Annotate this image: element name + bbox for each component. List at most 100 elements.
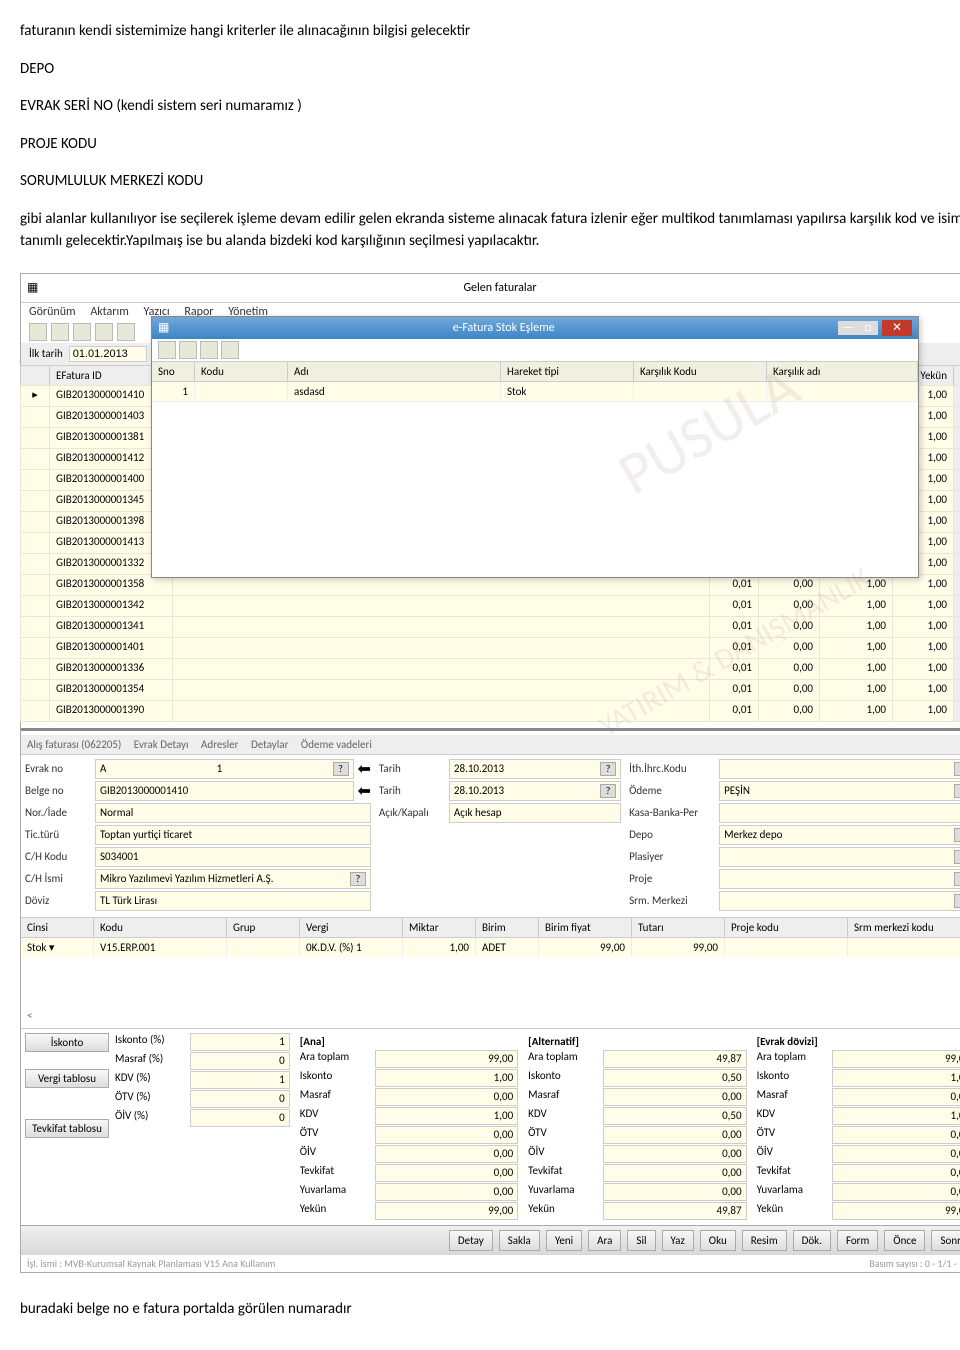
ilk-tarih-input[interactable] — [69, 346, 147, 362]
cell-kodu[interactable] — [195, 382, 288, 402]
lookup-icon[interactable]: ? — [333, 762, 349, 776]
cell-nto[interactable]: 0,01 — [709, 616, 759, 638]
cell-nto[interactable]: 0,01 — [709, 595, 759, 617]
cell-masraf[interactable]: 0,00 — [758, 637, 820, 659]
önce-button[interactable]: Önce — [884, 1230, 925, 1251]
toolbar-icon[interactable] — [29, 323, 47, 341]
cell-hareket[interactable]: Stok — [501, 382, 634, 402]
cell-masraf[interactable]: 0,00 — [758, 616, 820, 638]
inner-minimize-button[interactable]: — — [838, 321, 858, 335]
row-selector[interactable] — [20, 469, 50, 491]
row-selector[interactable] — [20, 574, 50, 596]
cell-vergi[interactable]: 0K.D.V. (%) 1 — [300, 938, 403, 957]
plasiyer-field[interactable]: ? — [719, 847, 960, 867]
toolbar-icon[interactable] — [117, 323, 135, 341]
inner-toolbar-icon[interactable] — [179, 341, 197, 359]
scroll-track[interactable] — [953, 448, 960, 470]
sakla-button[interactable]: Sakla — [499, 1230, 540, 1251]
totals-value[interactable]: 0,00 — [603, 1145, 746, 1163]
lookup-icon[interactable]: ? — [600, 784, 616, 798]
cell-yuvarlama[interactable]: 1,00 — [819, 616, 893, 638]
col-sno[interactable]: Sno — [152, 362, 195, 381]
scroll-track[interactable] — [953, 532, 960, 554]
col-grup[interactable]: Grup — [227, 918, 300, 937]
scroll-track[interactable] — [953, 406, 960, 428]
totals-value[interactable]: 99,00 — [375, 1050, 518, 1068]
row-selector[interactable] — [20, 616, 50, 638]
ch-ismi-field[interactable]: Mikro Yazılımevi Yazılım Hizmetleri A.Ş.… — [95, 869, 371, 889]
toolbar-icon[interactable] — [73, 323, 91, 341]
col-hareket[interactable]: Hareket tipi — [501, 362, 634, 381]
table-row[interactable]: GIB20130000013540,010,001,001,00 — [21, 680, 960, 701]
cell-efatura-id[interactable]: GIB2013000001390 — [49, 700, 173, 722]
row-selector[interactable] — [20, 532, 50, 554]
totals-value[interactable]: 0,00 — [832, 1126, 960, 1144]
cell-yekun[interactable]: 1,00 — [892, 679, 954, 701]
cell-yuvarlama[interactable]: 1,00 — [819, 595, 893, 617]
totals-value[interactable]: 0,00 — [375, 1126, 518, 1144]
col-tutari[interactable]: Tutarı — [632, 918, 725, 937]
iskonto-button[interactable]: İskonto — [25, 1033, 109, 1052]
kasa-field[interactable] — [719, 803, 960, 823]
row-selector[interactable] — [20, 490, 50, 512]
table-row[interactable]: GIB20130000013410,010,001,001,00 — [21, 617, 960, 638]
row-selector[interactable] — [20, 448, 50, 470]
scroll-track[interactable] — [953, 427, 960, 449]
row-selector[interactable] — [20, 595, 50, 617]
table-row[interactable]: GIB20130000013580,010,001,001,00 — [21, 575, 960, 596]
ith-ihrc-field[interactable]: ? — [719, 759, 960, 779]
oku-button[interactable]: Oku — [700, 1230, 736, 1251]
totals-value[interactable]: 0,50 — [603, 1069, 746, 1087]
depo-field[interactable]: Merkez depo? — [719, 825, 960, 845]
totals-value[interactable]: 0,00 — [375, 1088, 518, 1106]
tab-adresler[interactable]: Adresler — [201, 738, 238, 751]
totals-value[interactable]: 1,00 — [375, 1069, 518, 1087]
totals-value[interactable]: 0,00 — [603, 1126, 746, 1144]
tarih2-field[interactable]: 28.10.2013? — [449, 781, 621, 801]
yeni-button[interactable]: Yeni — [546, 1230, 582, 1251]
totals-value[interactable]: 1,00 — [375, 1107, 518, 1125]
cell-yekun[interactable]: 1,00 — [892, 637, 954, 659]
totals-value[interactable]: 0 — [190, 1052, 290, 1070]
cell-kodu[interactable]: V15.ERP.001 — [94, 938, 227, 957]
col-karsilik-kodu[interactable]: Karşılık Kodu — [634, 362, 767, 381]
row-selector[interactable] — [20, 658, 50, 680]
srm-field[interactable]: ? — [719, 891, 960, 911]
cell-sno[interactable]: 1 — [152, 382, 195, 402]
inner-toolbar-icon[interactable] — [221, 341, 239, 359]
lookup-icon[interactable]: ? — [350, 872, 366, 886]
totals-value[interactable]: 0 — [190, 1090, 290, 1108]
scroll-track[interactable] — [953, 469, 960, 491]
col-srm-kodu[interactable]: Srm merkezi kodu — [848, 918, 960, 937]
table-row[interactable]: GIB20130000013900,010,001,001,00 — [21, 701, 960, 722]
col-adi[interactable]: Adı — [288, 362, 501, 381]
cell-bf[interactable]: 99,00 — [539, 938, 632, 957]
cell-yekun[interactable]: 1,00 — [892, 616, 954, 638]
cell-efatura-id[interactable]: GIB2013000001336 — [49, 658, 173, 680]
cell-grup[interactable] — [227, 938, 300, 957]
totals-value[interactable]: 1,00 — [832, 1069, 960, 1087]
toolbar-icon[interactable] — [51, 323, 69, 341]
row-selector[interactable] — [20, 427, 50, 449]
cell-yuvarlama[interactable]: 1,00 — [819, 658, 893, 680]
cell-efatura-id[interactable]: GIB2013000001342 — [49, 595, 173, 617]
cell-proje[interactable] — [725, 938, 848, 957]
cell-masraf[interactable]: 0,00 — [758, 595, 820, 617]
inner-maximize-button[interactable]: □ — [858, 321, 878, 335]
totals-value[interactable]: 0,00 — [375, 1183, 518, 1201]
cell-miktar[interactable]: 1,00 — [403, 938, 476, 957]
cell-tutar[interactable]: 99,00 — [632, 938, 725, 957]
tevkifat-tablosu-button[interactable]: Tevkifat tablosu — [25, 1119, 109, 1138]
detay-button[interactable]: Detay — [449, 1230, 493, 1251]
totals-value[interactable]: 0 — [190, 1109, 290, 1127]
cell-yekun[interactable]: 1,00 — [892, 658, 954, 680]
toolbar-icon[interactable] — [95, 323, 113, 341]
totals-value[interactable]: 0,00 — [603, 1183, 746, 1201]
inner-toolbar-icon[interactable] — [158, 341, 176, 359]
cell-nto[interactable]: 0,01 — [709, 658, 759, 680]
inner-toolbar-icon[interactable] — [200, 341, 218, 359]
col-vergi[interactable]: Vergi — [300, 918, 403, 937]
col-birim-fiyat[interactable]: Birim fiyat — [539, 918, 632, 937]
cell-kkodu[interactable] — [634, 382, 767, 402]
scroll-track[interactable] — [953, 553, 960, 575]
